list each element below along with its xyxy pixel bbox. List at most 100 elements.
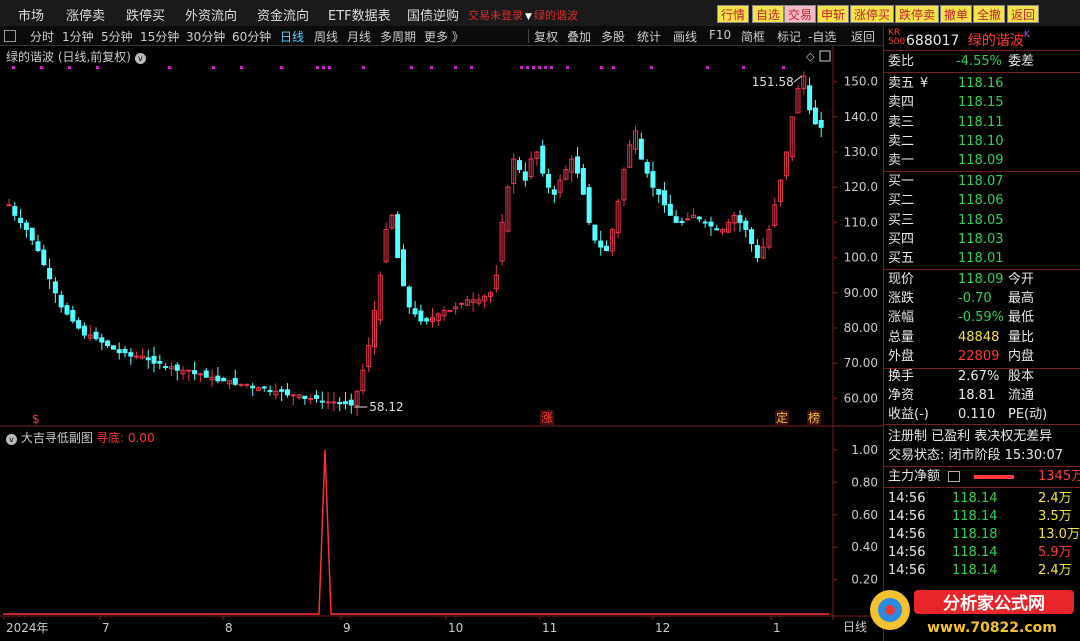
menu-limit-up-sell[interactable]: 涨停卖 <box>66 5 105 24</box>
bid-row[interactable]: 买一 118.07 <box>888 172 1078 191</box>
date-label: 12 <box>655 621 670 635</box>
sub-chart-title[interactable]: v 大吉寻低副图 <box>6 429 93 446</box>
candle-body <box>325 401 331 404</box>
bid-row[interactable]: 买三 118.05 <box>888 211 1078 230</box>
candle <box>261 386 267 393</box>
row-value: 118.11 <box>958 114 1004 130</box>
bid-row[interactable]: 买五 118.01 <box>888 249 1078 268</box>
stat-row[interactable]: 外盘 22809 内盘 <box>888 347 1078 366</box>
row-value: 118.06 <box>958 193 1004 209</box>
candle-body <box>522 171 528 181</box>
kline-chart[interactable]: 150.0 140.0 130.0 120.0 110.0 100.0 90.00 80.00… <box>0 46 883 641</box>
candle-body <box>313 395 319 399</box>
ask-row[interactable]: 卖一 118.09 <box>888 151 1078 170</box>
candle <box>609 227 615 257</box>
panel-toggle-icon[interactable] <box>4 30 16 42</box>
tab-weekly[interactable]: 周线 <box>314 28 338 45</box>
bid-row[interactable]: 买二 118.06 <box>888 191 1078 210</box>
tab-more[interactable]: 更多 》 <box>424 28 464 45</box>
multi-stock-button[interactable]: 多股 <box>601 28 625 45</box>
chevron-circle-icon[interactable]: v <box>134 53 146 64</box>
menu-bond-repo[interactable]: 国债逆购 <box>407 5 459 24</box>
candle-body <box>319 400 325 403</box>
chevron-circle-icon[interactable]: v <box>6 434 17 445</box>
candle-body <box>238 383 244 386</box>
apply-button[interactable]: 申斩 <box>817 5 850 23</box>
candle <box>551 185 557 203</box>
candle <box>679 217 685 226</box>
tab-monthly[interactable]: 月线 <box>347 28 371 45</box>
tab-multi-period[interactable]: 多周期 <box>380 28 416 45</box>
tab-60min[interactable]: 60分钟 <box>232 28 271 45</box>
adjust-button[interactable]: 复权 <box>534 28 558 45</box>
stat2-row[interactable]: 净资 18.81 流通 <box>888 386 1078 405</box>
tick-volume: 2.4万 <box>1038 563 1072 578</box>
candle <box>406 285 412 314</box>
trade-button[interactable]: 交易 <box>784 5 817 23</box>
candle-body <box>47 267 53 280</box>
menu-capital-flow[interactable]: 资金流向 <box>257 5 309 24</box>
menu-foreign-flow[interactable]: 外资流向 <box>185 5 237 24</box>
window-icon[interactable] <box>819 50 831 62</box>
tab-30min[interactable]: 30分钟 <box>186 28 225 45</box>
event-marker[interactable]: 定 <box>776 410 788 425</box>
ask-row[interactable]: 卖三 118.11 <box>888 113 1078 132</box>
menu-market[interactable]: 市场 <box>18 5 44 24</box>
event-marker[interactable]: 榜 <box>808 410 820 425</box>
menu-etf-table[interactable]: ETF数据表 <box>328 5 391 24</box>
tab-daily[interactable]: 日线 <box>280 28 304 45</box>
candle-body <box>546 174 552 188</box>
candle-body <box>134 355 140 358</box>
stat2-row[interactable]: 收益(-) 0.110 PE(动) <box>888 405 1078 424</box>
login-warning[interactable]: 交易未登录 ▼ 绿的谐波 <box>468 7 578 23</box>
date-label: 1 <box>773 621 781 635</box>
draw-button[interactable]: 画线 <box>673 28 697 45</box>
candle <box>540 139 546 177</box>
menu-limit-down-buy[interactable]: 跌停买 <box>126 5 165 24</box>
stat-row[interactable]: 总量 48848 量比 <box>888 328 1078 347</box>
add-watchlist-button[interactable]: -自选 <box>808 28 836 45</box>
stat2-row[interactable]: 换手 2.67% 股本 <box>888 367 1078 386</box>
candle-body <box>261 386 267 389</box>
grid-icon[interactable] <box>948 471 961 482</box>
cancel-all-button[interactable]: 全撤 <box>973 5 1006 23</box>
ask-row[interactable]: 卖二 118.10 <box>888 132 1078 151</box>
candle <box>360 363 366 395</box>
candle <box>783 151 789 181</box>
cancel-order-button[interactable]: 撤单 <box>940 5 973 23</box>
stat-row[interactable]: 涨幅 -0.59% 最低 <box>888 308 1078 327</box>
chevron-down-icon[interactable]: ▼ <box>525 12 532 22</box>
simple-frame-button[interactable]: 简框 <box>741 28 765 45</box>
candle-body <box>157 360 163 364</box>
diamond-icon[interactable]: ◇ <box>806 50 815 63</box>
event-marker[interactable]: 涨 <box>541 410 553 425</box>
limit-up-buy-button[interactable]: 涨停买 <box>850 5 895 23</box>
f10-button[interactable]: F10 <box>709 28 731 42</box>
tab-15min[interactable]: 15分钟 <box>140 28 179 45</box>
watchlist-button[interactable]: 自选 <box>752 5 785 23</box>
bid-row[interactable]: 买四 118.03 <box>888 230 1078 249</box>
ask-row[interactable]: 卖四 118.15 <box>888 93 1078 112</box>
mark-button[interactable]: 标记 <box>777 28 801 45</box>
row-label: 换手 <box>888 369 915 384</box>
price-tick-label: 70.00 <box>844 356 878 370</box>
candle <box>418 304 424 326</box>
candle <box>215 366 221 384</box>
top-menu-bar: 市场 涨停卖 跌停买 外资流向 资金流向 ETF数据表 国债逆购 交易未登录 ▼ 绿… <box>0 0 1080 28</box>
candle <box>667 194 673 216</box>
trade-status: 交易状态: 闭市阶段 15:30:07 <box>888 448 1064 463</box>
return-button[interactable]: 返回 <box>851 28 875 45</box>
tab-5min[interactable]: 5分钟 <box>101 28 133 45</box>
overlay-button[interactable]: 叠加 <box>567 28 591 45</box>
stat-row[interactable]: 现价 118.09 今开 <box>888 270 1078 289</box>
tick-price: 118.14 <box>952 509 998 524</box>
limit-down-sell-button[interactable]: 跌停卖 <box>895 5 940 23</box>
ask-row[interactable]: 卖五 118.16 ¥ <box>888 74 1078 93</box>
signal-line <box>3 449 829 615</box>
return-top-button[interactable]: 返回 <box>1007 5 1040 23</box>
quote-button[interactable]: 行情 <box>717 5 750 23</box>
tab-1min[interactable]: 1分钟 <box>62 28 94 45</box>
stat-row[interactable]: 涨跌 -0.70 最高 <box>888 289 1078 308</box>
stats-button[interactable]: 统计 <box>637 28 661 45</box>
tab-minute[interactable]: 分时 <box>30 28 54 45</box>
